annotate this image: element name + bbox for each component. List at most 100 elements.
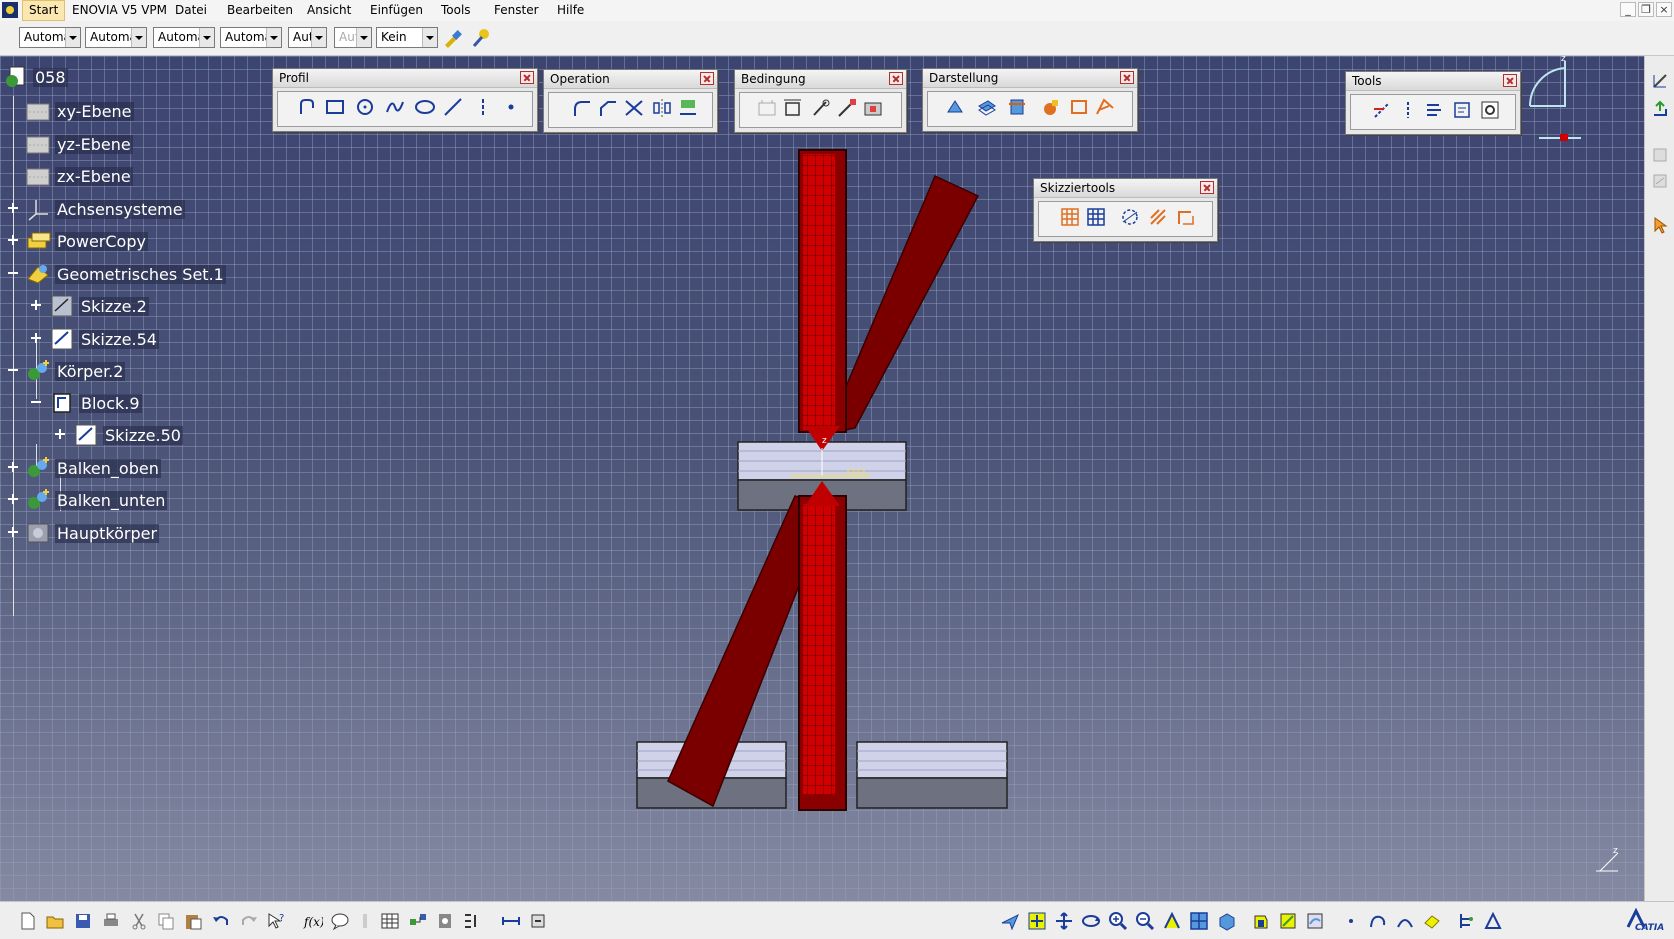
tree-item-balken-oben[interactable]: Balken_oben: [24, 455, 161, 481]
grid-icon[interactable]: [1059, 206, 1081, 228]
contact-constraint-icon[interactable]: [810, 97, 832, 119]
bedingung-toolbar-title[interactable]: Bedingung: [735, 70, 906, 89]
print-icon[interactable]: [101, 911, 121, 931]
point-icon[interactable]: [500, 96, 522, 118]
tree-item-sketch-54[interactable]: Skizze.54: [48, 326, 159, 352]
redo-icon[interactable]: [239, 911, 259, 931]
3d-viewport[interactable]: z z z 058 xy-Ebene yz-Ebene zx-Ebene Ach…: [0, 56, 1644, 901]
dimensional-constraints-icon[interactable]: [1068, 96, 1090, 118]
expand-plus-icon[interactable]: [54, 428, 66, 440]
sketch-disabled-icon[interactable]: [1651, 146, 1669, 164]
expand-plus-icon[interactable]: [7, 202, 19, 214]
menu-einfuegen[interactable]: Einfügen: [364, 0, 429, 21]
menu-tools[interactable]: Tools: [435, 0, 477, 21]
open-folder-icon[interactable]: [45, 911, 65, 931]
point-dot-icon[interactable]: [1341, 911, 1361, 931]
spline-icon[interactable]: [384, 96, 406, 118]
constraint-icon[interactable]: [782, 97, 804, 119]
zoom-in-icon[interactable]: [1108, 911, 1128, 931]
knowledge-icon[interactable]: [355, 911, 375, 931]
transparency-combo[interactable]: Automa: [85, 27, 147, 48]
formula-icon[interactable]: f(x): [303, 911, 323, 931]
tree-item-main-body[interactable]: Hauptkörper: [24, 520, 160, 546]
surface-icon[interactable]: [1422, 911, 1442, 931]
pan-icon[interactable]: [1054, 911, 1074, 931]
tree-item-sketch-50[interactable]: Skizze.50: [72, 422, 183, 448]
isometric-view-icon[interactable]: [1217, 911, 1237, 931]
normal-view-icon[interactable]: [944, 96, 966, 118]
tools-toolbar-title[interactable]: Tools: [1346, 72, 1520, 91]
compass-icon[interactable]: [1525, 56, 1585, 141]
multi-view-icon[interactable]: [1189, 911, 1209, 931]
color-combo[interactable]: Automa: [19, 27, 81, 48]
chevron-down-icon[interactable]: [311, 28, 326, 47]
layer-combo[interactable]: Kein: [376, 27, 438, 48]
visualization-3d-icon[interactable]: [1006, 96, 1028, 118]
tree-item-sketch-2[interactable]: Skizze.2: [48, 293, 149, 319]
swap-visible-space-icon[interactable]: [1305, 911, 1325, 931]
dimensional-constraint-tool-icon[interactable]: [1175, 206, 1197, 228]
expand-plus-icon[interactable]: [7, 493, 19, 505]
cut-part-by-sketch-plane-icon[interactable]: [976, 96, 998, 118]
point-type-combo[interactable]: Aut: [288, 27, 327, 48]
constraint-dialog-icon[interactable]: [756, 97, 778, 119]
fit-all-in-icon[interactable]: [1027, 911, 1047, 931]
skizziertools-toolbar-title[interactable]: Skizziertools: [1034, 179, 1217, 198]
line-type-combo[interactable]: Automa: [220, 27, 282, 48]
chevron-down-icon[interactable]: [65, 28, 80, 47]
expand-plus-icon[interactable]: [30, 332, 42, 344]
collapse-minus-icon[interactable]: [7, 267, 19, 279]
upper-diagonal-beam[interactable]: [824, 174, 980, 436]
close-icon[interactable]: [1120, 71, 1134, 84]
geometry-list-icon[interactable]: [1397, 99, 1419, 121]
close-icon[interactable]: [1200, 181, 1214, 194]
paint-brush-icon[interactable]: [442, 27, 464, 49]
menu-bearbeiten[interactable]: Bearbeiten: [221, 0, 299, 21]
whats-this-icon[interactable]: ?: [266, 911, 286, 931]
normal-view-icon[interactable]: [1162, 911, 1182, 931]
fix-together-icon[interactable]: [836, 97, 858, 119]
lower-vertical-beam[interactable]: [798, 481, 847, 811]
fly-mode-icon[interactable]: [1000, 911, 1020, 931]
tree-item-body-2[interactable]: Körper.2: [24, 358, 126, 384]
menu-hilfe[interactable]: Hilfe: [551, 0, 590, 21]
catalog-icon[interactable]: [435, 911, 455, 931]
construction-element-icon[interactable]: [1371, 99, 1393, 121]
tree-item-pad-9[interactable]: Block.9: [48, 390, 142, 416]
table-icon[interactable]: [380, 911, 400, 931]
expand-plus-icon[interactable]: [7, 461, 19, 473]
project-3d-elements-icon[interactable]: [677, 97, 699, 119]
chevron-down-icon[interactable]: [266, 28, 281, 47]
cut-icon[interactable]: [129, 911, 149, 931]
corner-icon[interactable]: [571, 97, 593, 119]
sketch-edit-icon[interactable]: [1651, 72, 1669, 90]
collapse-minus-icon[interactable]: [7, 364, 19, 376]
menu-start[interactable]: Start: [22, 0, 66, 21]
select-pointer-icon[interactable]: [1651, 216, 1669, 234]
zoom-out-icon[interactable]: [1135, 911, 1155, 931]
diagnostic-icon[interactable]: [1040, 96, 1062, 118]
specification-tree-icon[interactable]: [1456, 911, 1476, 931]
trim-icon[interactable]: [623, 97, 645, 119]
output-feature-icon[interactable]: [1451, 99, 1473, 121]
profil-toolbar-title[interactable]: Profil: [273, 69, 537, 88]
lower-right-block[interactable]: [856, 741, 1008, 809]
format-painter-icon[interactable]: [470, 27, 492, 49]
ellipse-icon[interactable]: [414, 96, 436, 118]
close-icon[interactable]: [520, 71, 534, 84]
darstellung-toolbar-title[interactable]: Darstellung: [923, 69, 1137, 88]
close-icon[interactable]: [1503, 74, 1517, 87]
tree-item-powercopy[interactable]: PowerCopy: [24, 228, 148, 254]
collapse-minus-icon[interactable]: [30, 396, 42, 408]
tree-item-xy-plane[interactable]: xy-Ebene: [24, 98, 134, 124]
menu-datei[interactable]: Datei: [169, 0, 213, 21]
sketch-solving-status-icon[interactable]: [1479, 99, 1501, 121]
restore-button[interactable]: ❐: [1638, 2, 1654, 17]
close-button[interactable]: ×: [1656, 2, 1672, 17]
measure-between-icon[interactable]: [501, 911, 521, 931]
new-file-icon[interactable]: [18, 911, 38, 931]
chevron-down-icon[interactable]: [131, 28, 146, 47]
construction-standard-element-icon[interactable]: [1119, 206, 1141, 228]
expand-plus-icon[interactable]: [7, 526, 19, 538]
axis-line-icon[interactable]: [472, 96, 494, 118]
